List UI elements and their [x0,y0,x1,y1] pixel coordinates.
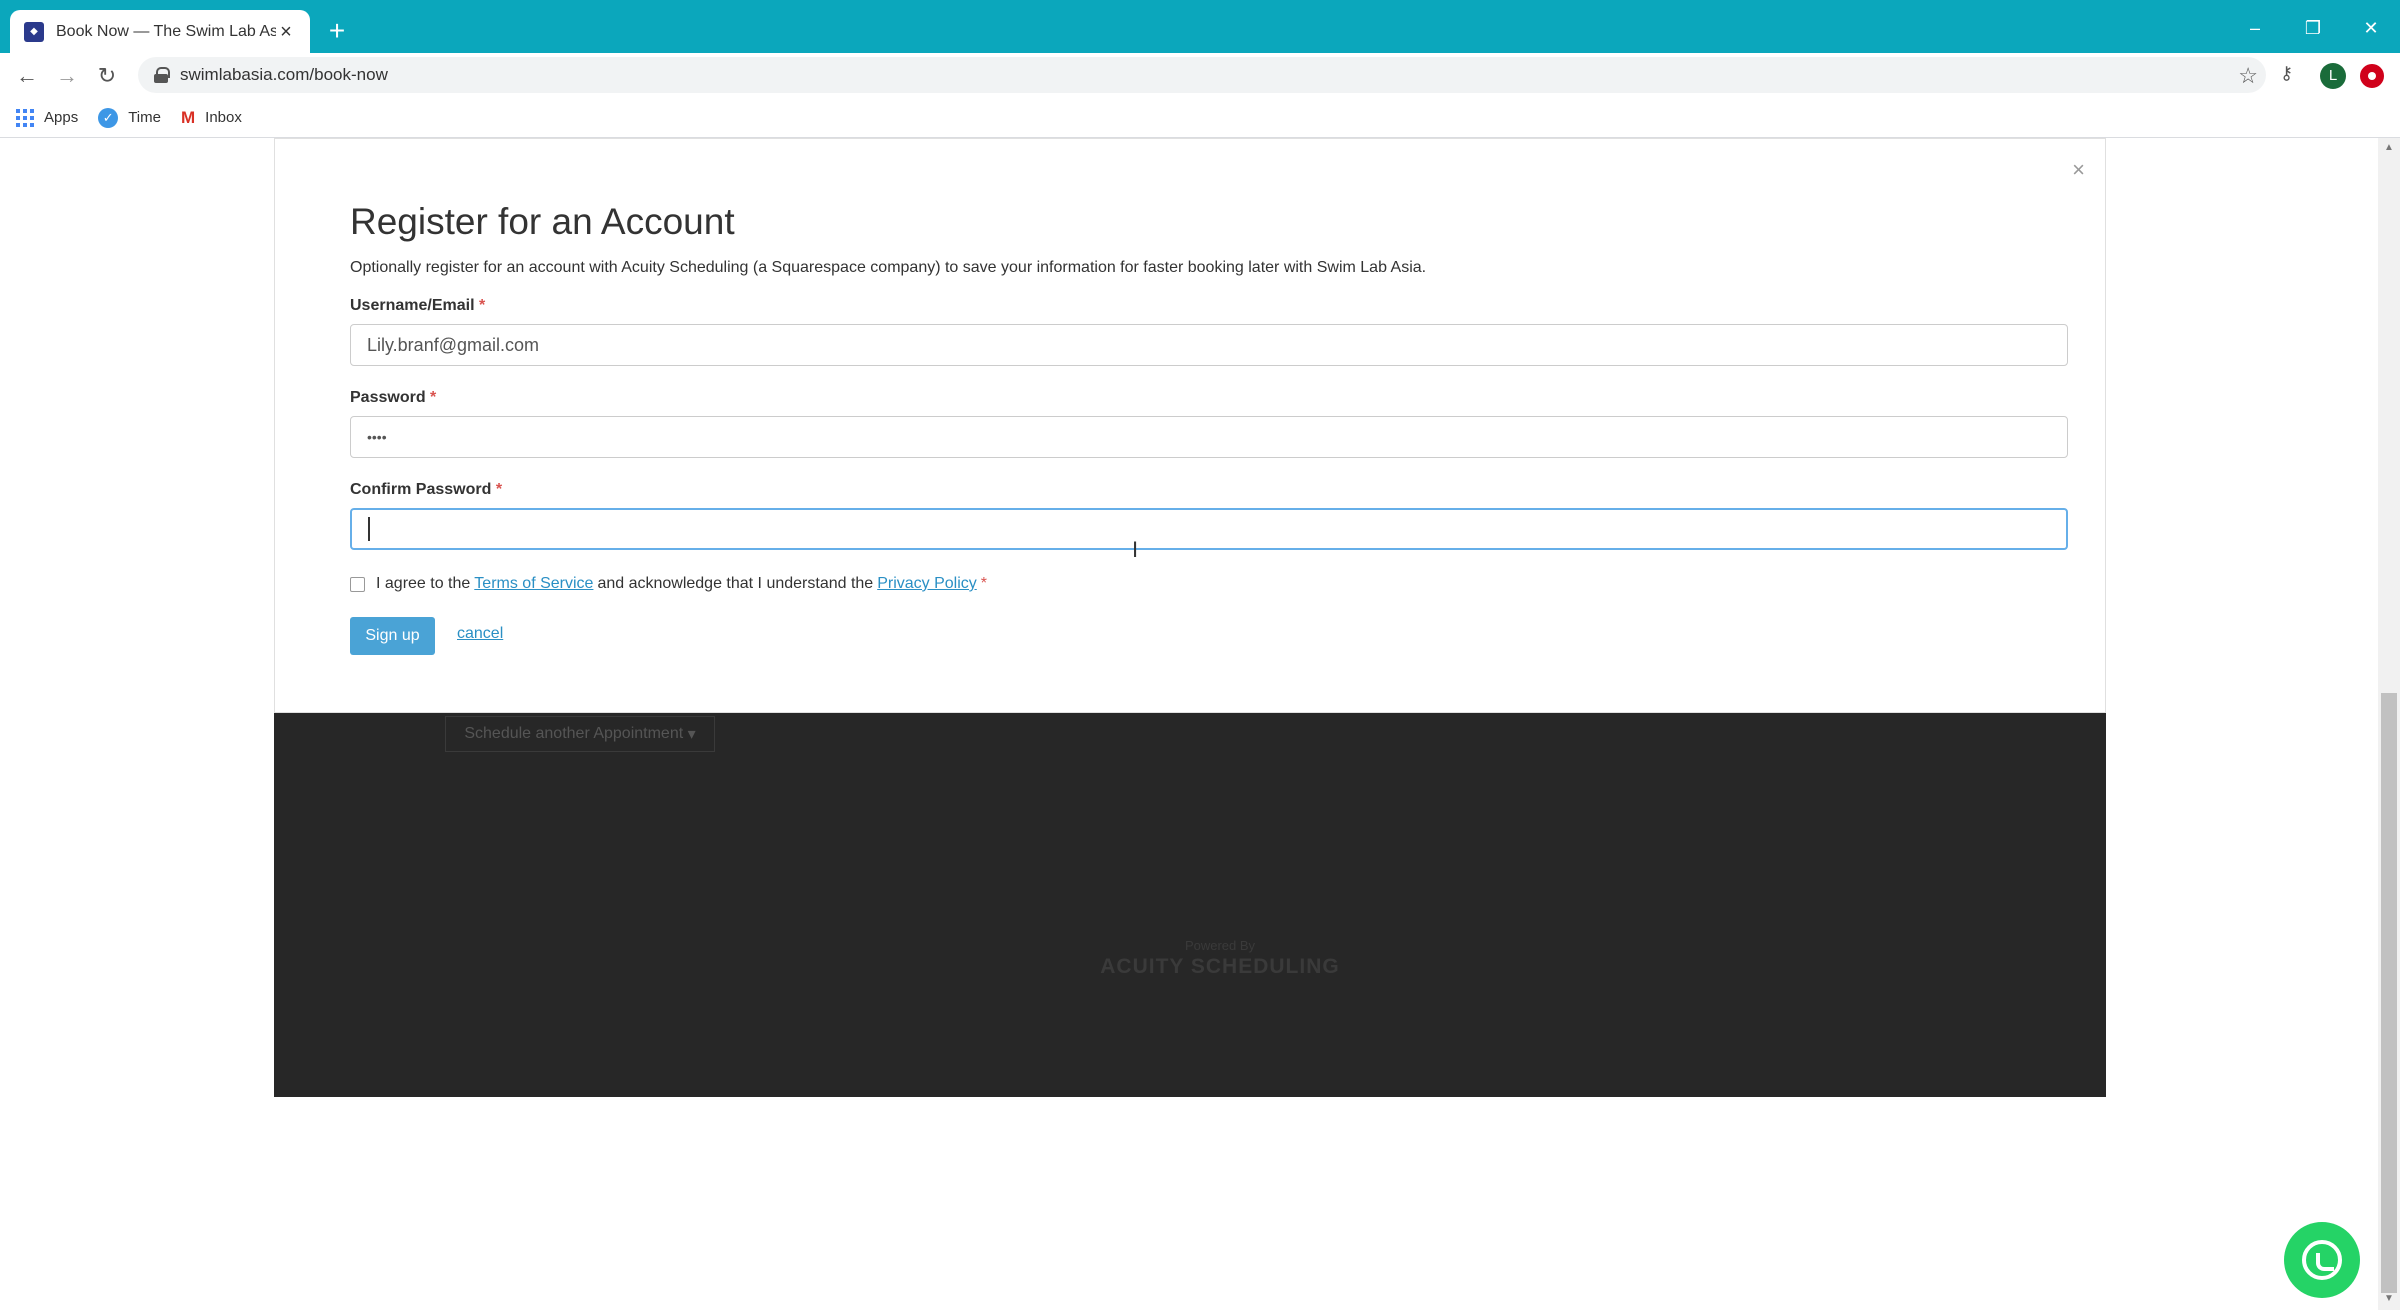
bookmark-label: Time [128,109,161,126]
confirm-password-label: Confirm Password * [350,481,502,499]
reload-icon[interactable]: ↻ [92,61,122,91]
required-mark: * [478,297,486,314]
agree-middle: and acknowledge that I understand the [597,575,874,592]
required-mark: * [430,389,437,406]
confirm-password-input[interactable] [350,508,2068,550]
bookmark-inbox[interactable]: M Inbox [181,108,242,128]
password-value: •••• [367,429,387,445]
text-cursor-icon: I [1132,537,1139,562]
schedule-another-button[interactable]: Schedule another Appointment ▾ [445,716,715,752]
text-caret [368,517,370,541]
tab-close-icon[interactable]: × [276,22,296,42]
back-arrow-icon[interactable]: ← [12,61,42,91]
privacy-policy-link[interactable]: Privacy Policy [877,575,977,593]
browser-toolbar: ← → ↻ swimlabasia.com/book-now ☆ ⚷ L [0,53,2400,98]
cancel-link[interactable]: cancel [457,625,503,643]
page-content: Schedule another Appointment ▾ Powered B… [0,138,2378,1310]
bookmark-time[interactable]: ✓ Time [98,107,161,128]
modal-title: Register for an Account [350,201,735,242]
password-input[interactable]: •••• [350,416,2068,458]
password-label: Password * [350,389,436,407]
powered-by-footer: Powered By ACUITY SCHEDULING [1060,938,1380,979]
terms-checkbox[interactable] [350,576,365,592]
modal-close-icon[interactable]: × [2072,157,2085,183]
extension-icon[interactable] [2360,64,2384,88]
lock-icon [154,67,170,83]
agree-prefix: I agree to the [376,575,471,592]
dark-backdrop [274,713,2106,1097]
check-icon: ✓ [98,107,119,128]
whatsapp-chat-button[interactable] [2284,1222,2360,1298]
bookmark-apps[interactable]: Apps [16,108,79,127]
url-text: swimlabasia.com/book-now [180,65,388,84]
username-label: Username/Email * [350,297,485,315]
bookmark-star-icon[interactable]: ☆ [2238,63,2258,89]
tab-title: Book Now — The Swim Lab Asia [56,22,276,40]
password-label-text: Password [350,389,426,406]
powered-by-label: Powered By [1184,938,1256,953]
profile-avatar[interactable]: L [2320,63,2346,89]
username-value: Lily.branf@gmail.com [367,334,539,355]
sign-up-button[interactable]: Sign up [350,617,435,655]
page-scrollbar[interactable]: ▲ ▼ [2378,138,2400,1310]
browser-tab[interactable]: ◆ Book Now — The Swim Lab Asia × [10,10,310,53]
key-icon[interactable]: ⚷ [2280,63,2293,84]
terms-agreement-row: I agree to the Terms of Service and ackn… [350,575,987,593]
scroll-up-icon[interactable]: ▲ [2384,142,2394,153]
apps-icon [16,108,34,127]
tab-strip: ◆ Book Now — The Swim Lab Asia × + – ❐ ✕ [0,0,2400,53]
forward-arrow-icon[interactable]: → [52,61,82,91]
bookmark-label: Apps [44,109,79,126]
register-modal: × Register for an Account Optionally reg… [274,138,2106,713]
username-label-text: Username/Email [350,297,475,314]
scroll-thumb[interactable] [2381,693,2397,1293]
whatsapp-icon [2302,1240,2342,1280]
username-input[interactable]: Lily.branf@gmail.com [350,324,2068,366]
bookmarks-bar: Apps ✓ Time M Inbox [0,98,2400,138]
close-window-button[interactable]: ✕ [2342,10,2400,46]
confirm-label-text: Confirm Password [350,481,492,498]
required-mark: * [495,481,503,498]
gmail-icon: M [180,107,196,127]
site-favicon-icon: ◆ [24,21,44,42]
required-mark: * [980,575,988,592]
scroll-down-icon[interactable]: ▼ [2384,1293,2394,1304]
bookmark-label: Inbox [205,109,242,126]
acuity-logo-text: ACUITY SCHEDULING [1100,955,1340,978]
terms-of-service-link[interactable]: Terms of Service [474,575,593,593]
schedule-another-label: Schedule another Appointment [464,725,684,742]
modal-description: Optionally register for an account with … [350,259,1427,276]
new-tab-button[interactable]: + [322,16,352,46]
address-bar[interactable]: swimlabasia.com/book-now ☆ [138,57,2266,93]
restore-button[interactable]: ❐ [2284,10,2342,46]
minimize-button[interactable]: – [2226,10,2284,46]
